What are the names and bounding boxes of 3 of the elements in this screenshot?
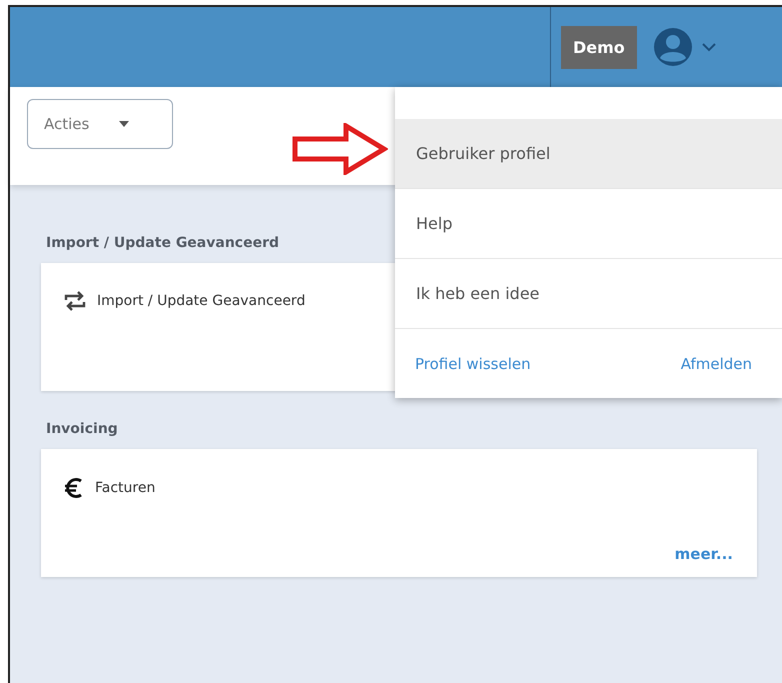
section-title: Import / Update Geavanceerd (46, 235, 280, 251)
environment-badge: Demo (561, 26, 637, 68)
section-title: Invoicing (46, 421, 119, 437)
